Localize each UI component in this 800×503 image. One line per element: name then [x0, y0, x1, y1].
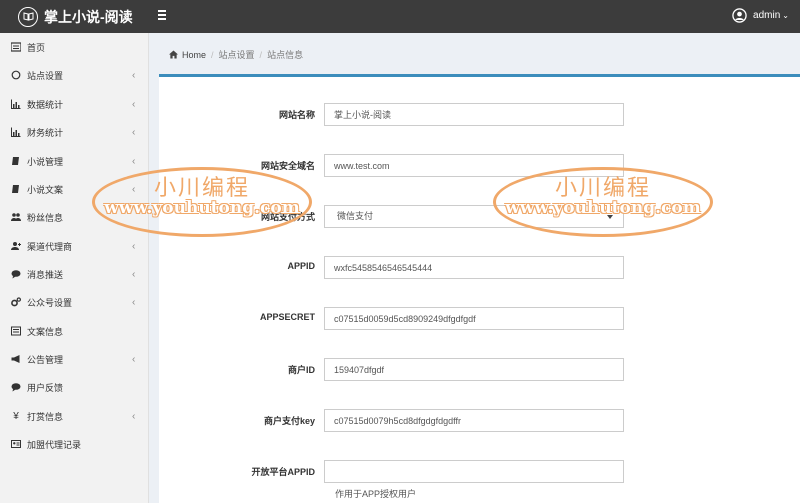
- id-card-icon: [11, 439, 21, 449]
- circle-icon: [11, 70, 21, 80]
- sidebar-item-label: 小说文案: [27, 184, 64, 195]
- chevron-left-icon: ‹: [132, 296, 136, 308]
- watermark-left: 小川编程 www.youhutong.com: [92, 167, 312, 237]
- open-appid-help: 作用于APP授权用户: [335, 489, 417, 499]
- book-icon: [11, 156, 21, 166]
- pay-key-input[interactable]: [324, 409, 624, 432]
- breadcrumb: Home / 站点设置 / 站点信息: [169, 48, 303, 61]
- sidebar-item-label: 用户反馈: [27, 382, 64, 393]
- sidebar-item-label: 粉丝信息: [27, 212, 64, 223]
- site-name-label: 网站名称: [278, 110, 315, 120]
- mch-id-label: 商户ID: [287, 365, 315, 375]
- top-navbar: 掌上小说-阅读 admin ⌄: [0, 0, 800, 33]
- watermark-url: www.youhutong.com: [104, 198, 300, 218]
- chevron-left-icon: ‹: [132, 126, 136, 138]
- sidebar-item-label: 站点设置: [27, 70, 64, 81]
- watermark-url: www.youhutong.com: [505, 198, 701, 218]
- mch-id-input[interactable]: [324, 358, 624, 381]
- dashboard-icon: [11, 42, 21, 52]
- breadcrumb-site-settings[interactable]: 站点设置: [219, 48, 255, 61]
- sidebar-item-label: 公众号设置: [27, 297, 73, 308]
- chevron-left-icon: ‹: [132, 410, 136, 422]
- brand-title: 掌上小说-阅读: [44, 8, 133, 25]
- chevron-left-icon: ‹: [132, 353, 136, 365]
- chevron-left-icon: ‹: [132, 240, 136, 252]
- open-appid-label: 开放平台APPID: [251, 467, 315, 477]
- sidebar-item-home[interactable]: 首页: [0, 33, 149, 61]
- sidebar-item-official-account[interactable]: 公众号设置 ‹: [0, 288, 149, 316]
- user-menu[interactable]: admin ⌄: [732, 8, 789, 23]
- chevron-left-icon: ‹: [132, 98, 136, 110]
- yen-icon: ¥: [13, 410, 19, 422]
- sidebar-item-label: 小说管理: [27, 156, 64, 167]
- bullhorn-icon: [11, 354, 21, 364]
- sidebar-item-feedback[interactable]: 用户反馈: [0, 373, 149, 401]
- site-info-form: 网站名称 网站安全域名 网站支付方式 微信支付 APPID APPSECRET …: [159, 74, 800, 503]
- comment-icon: [11, 269, 21, 279]
- breadcrumb-site-info: 站点信息: [267, 50, 304, 60]
- sidebar-item-finance-stats[interactable]: 财务统计 ‹: [0, 118, 149, 146]
- sidebar-item-site-settings[interactable]: 站点设置 ‹: [0, 61, 149, 89]
- sidebar-item-franchise-records[interactable]: 加盟代理记录: [0, 430, 149, 458]
- sidebar-item-label: 数据统计: [27, 99, 64, 110]
- brand[interactable]: 掌上小说-阅读: [18, 6, 133, 27]
- user-plus-icon: [11, 241, 21, 251]
- chevron-left-icon: ‹: [132, 155, 136, 167]
- chevron-down-icon: ⌄: [782, 11, 789, 20]
- sidebar: 首页 站点设置 ‹ 数据统计 ‹ 财务统计 ‹ 小说管理 ‹ 小说文案 ‹ 粉丝…: [0, 33, 149, 503]
- sidebar-item-label: 财务统计: [27, 127, 64, 138]
- breadcrumb-home-link[interactable]: Home: [182, 50, 206, 60]
- chevron-left-icon: ‹: [132, 268, 136, 280]
- sidebar-item-label: 渠道代理商: [27, 241, 73, 252]
- sidebar-item-label: 公告管理: [27, 354, 64, 365]
- book-icon: [11, 184, 21, 194]
- form-row-appsecret: APPSECRET: [159, 307, 800, 330]
- form-row-appid: APPID: [159, 256, 800, 279]
- site-name-input[interactable]: [324, 103, 624, 126]
- form-row-mch-id: 商户ID: [159, 358, 800, 381]
- book-logo-icon: [18, 6, 38, 27]
- list-icon: [11, 326, 21, 336]
- sidebar-item-label: 文案信息: [27, 326, 64, 337]
- comment-icon: [11, 382, 21, 392]
- sidebar-toggle-icon[interactable]: [158, 10, 166, 20]
- form-row-site-name: 网站名称: [159, 103, 800, 126]
- sidebar-item-data-stats[interactable]: 数据统计 ‹: [0, 90, 149, 118]
- chevron-left-icon: ‹: [132, 69, 136, 81]
- sidebar-item-push-messages[interactable]: 消息推送 ‹: [0, 260, 149, 288]
- sidebar-item-label: 打赏信息: [27, 411, 64, 422]
- pay-method-selected: 微信支付: [337, 211, 374, 221]
- appid-input[interactable]: [324, 256, 624, 279]
- sidebar-item-label: 加盟代理记录: [27, 439, 82, 450]
- sidebar-item-copy-info[interactable]: 文案信息: [0, 317, 149, 345]
- form-row-pay-key: 商户支付key: [159, 409, 800, 432]
- pay-key-label: 商户支付key: [263, 416, 315, 426]
- breadcrumb-separator: /: [259, 49, 263, 60]
- main-content: Home / 站点设置 / 站点信息 网站名称 网站安全域名 网站支付方式 微信…: [149, 33, 800, 503]
- sidebar-item-announcements[interactable]: 公告管理 ‹: [0, 345, 149, 373]
- user-avatar-icon: [732, 8, 747, 23]
- appsecret-input[interactable]: [324, 307, 624, 330]
- user-name: admin: [753, 10, 781, 21]
- users-icon: [11, 212, 21, 222]
- sidebar-item-label: 消息推送: [27, 269, 64, 280]
- appid-label: APPID: [287, 261, 315, 271]
- watermark-right: 小川编程 www.youhutong.com: [493, 167, 713, 237]
- sidebar-item-rewards[interactable]: ¥ 打赏信息 ‹: [0, 402, 149, 430]
- bar-chart-icon: [11, 99, 21, 109]
- cogs-icon: [11, 297, 21, 307]
- appsecret-label: APPSECRET: [259, 312, 315, 322]
- form-row-open-appid: 开放平台APPID: [159, 460, 800, 483]
- breadcrumb-separator: /: [211, 49, 214, 60]
- sidebar-item-label: 首页: [27, 42, 46, 53]
- open-appid-input[interactable]: [324, 460, 624, 483]
- bar-chart-icon: [11, 127, 21, 137]
- home-icon: [169, 50, 178, 59]
